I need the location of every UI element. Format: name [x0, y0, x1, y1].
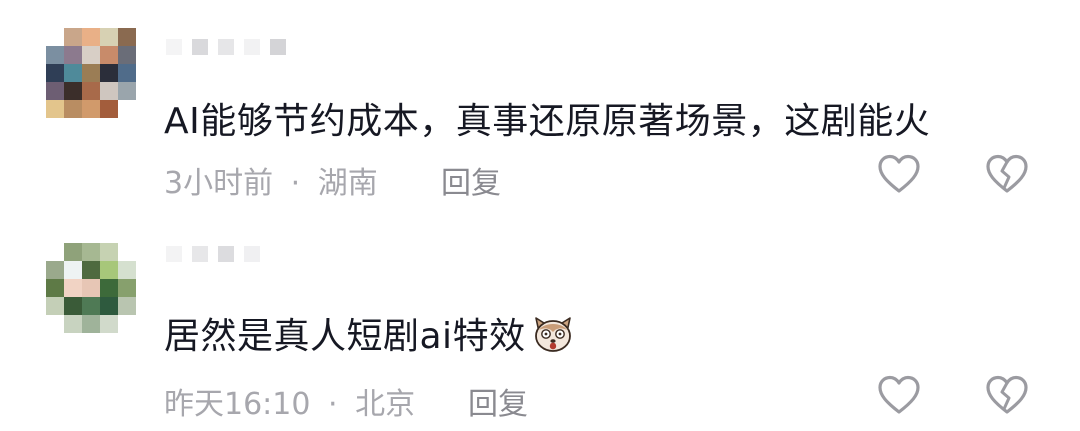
comment-location: 湖南	[317, 166, 378, 201]
meta-separator: ·	[328, 387, 338, 422]
comment-meta: 昨天16:10 · 北京	[164, 379, 415, 423]
broken-heart-outline-icon[interactable]	[984, 152, 1030, 198]
username-blurred[interactable]	[166, 237, 260, 271]
comment-text: 居然是真人短剧ai特效	[164, 307, 576, 359]
broken-heart-outline-icon[interactable]	[984, 373, 1030, 419]
comment-meta: 3小时前 · 湖南	[164, 158, 378, 202]
comment-location: 北京	[355, 387, 416, 422]
heart-outline-icon[interactable]	[876, 373, 922, 419]
comment-time: 3小时前	[164, 166, 274, 201]
comment-time: 昨天16:10	[164, 387, 311, 422]
reply-button[interactable]: 回复	[441, 158, 501, 202]
comment-text: AI能够节约成本，真事还原原著场景，这剧能火	[164, 101, 931, 142]
reply-button[interactable]: 回复	[468, 379, 528, 423]
comment-item: 居然是真人短剧ai特效 昨天16:10 · 北京 回复	[0, 215, 1080, 431]
meta-separator: ·	[290, 166, 301, 201]
comment-item: AI能够节约成本，真事还原原著场景，这剧能火 3小时前 · 湖南 回复	[0, 0, 1080, 215]
comment-text-content: 居然是真人短剧ai特效	[164, 316, 526, 357]
avatar[interactable]	[46, 28, 136, 118]
surprised-dog-emoji	[534, 317, 571, 352]
username-blurred[interactable]	[166, 30, 286, 64]
avatar[interactable]	[46, 243, 136, 333]
heart-outline-icon[interactable]	[876, 152, 922, 198]
